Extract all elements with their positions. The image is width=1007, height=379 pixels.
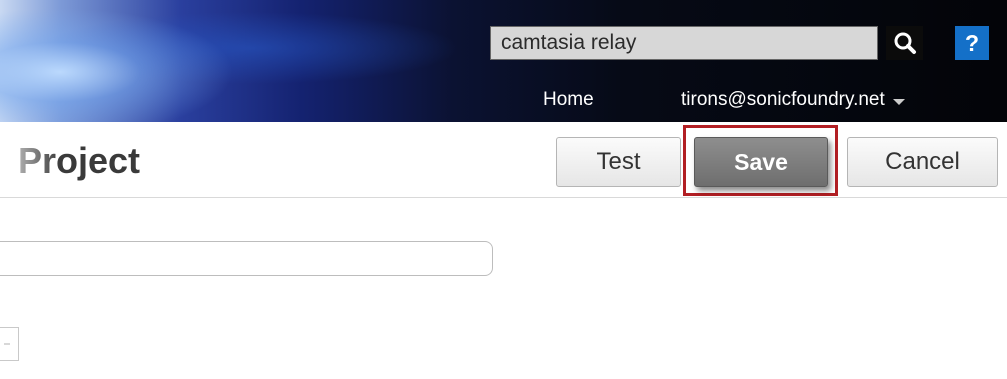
test-button[interactable]: Test bbox=[556, 137, 681, 187]
search-input-value: camtasia relay bbox=[501, 31, 637, 54]
chevron-down-icon bbox=[892, 98, 905, 105]
checkbox-mark bbox=[4, 343, 10, 345]
user-menu-label: tirons@sonicfoundry.net bbox=[681, 89, 885, 110]
help-button[interactable]: ? bbox=[955, 26, 989, 60]
cancel-button[interactable]: Cancel bbox=[847, 137, 998, 187]
search-icon bbox=[894, 32, 916, 54]
header-divider bbox=[0, 197, 1007, 198]
user-menu[interactable]: tirons@sonicfoundry.net bbox=[681, 89, 905, 111]
title-fade-overlay bbox=[0, 132, 60, 192]
search-input[interactable]: camtasia relay bbox=[490, 26, 878, 60]
name-input[interactable] bbox=[0, 241, 493, 276]
checkbox[interactable] bbox=[0, 327, 19, 361]
nav-home-link[interactable]: Home bbox=[543, 89, 594, 111]
search-button[interactable] bbox=[886, 26, 923, 60]
save-button[interactable]: Save bbox=[694, 137, 828, 187]
